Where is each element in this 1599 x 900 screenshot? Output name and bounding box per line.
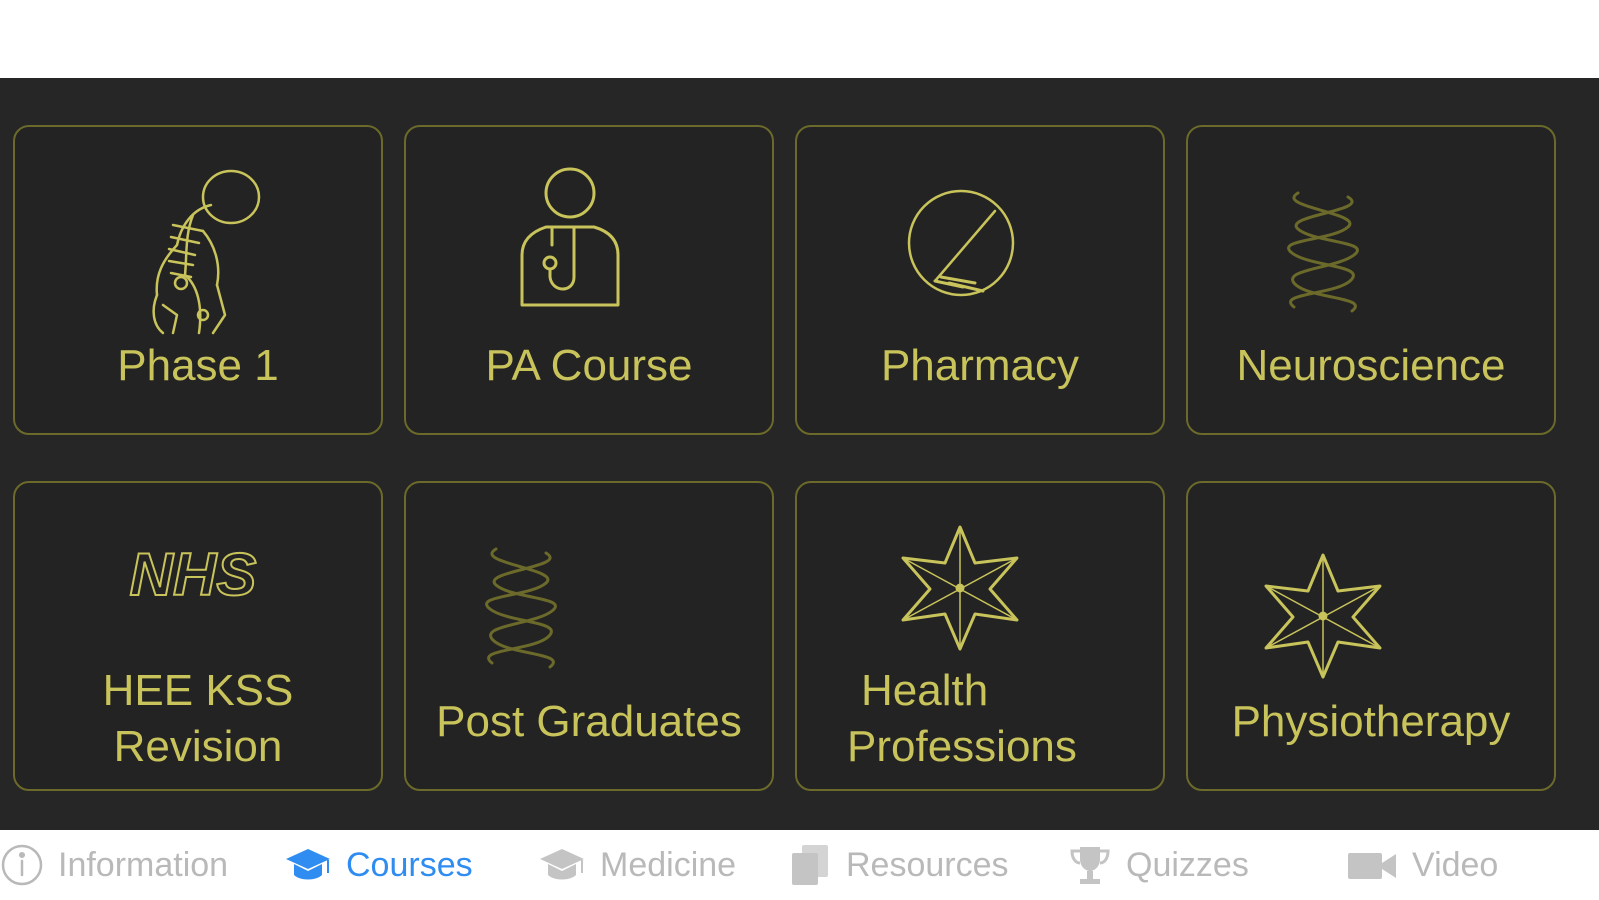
tab-label: Quizzes [1126,845,1249,884]
documents-icon [788,843,832,887]
tile-pa-course[interactable]: PA Course [404,125,774,435]
skeleton-icon [133,165,273,340]
tab-quizzes[interactable]: Quizzes [1068,830,1249,900]
tab-video[interactable]: Video [1346,830,1498,900]
tile-post-graduates[interactable]: Post Graduates [404,481,774,791]
tab-label: Video [1412,845,1499,884]
info-icon [0,843,44,887]
tile-label: Post Graduates [436,697,742,746]
tile-neuroscience[interactable]: Neuroscience [1186,125,1556,435]
tile-pharmacy[interactable]: Pharmacy [795,125,1165,435]
tab-label: Courses [346,845,473,884]
star-of-life-icon [895,523,1025,653]
courses-grid: Phase 1 PA Course Pharmacy Neuroscience … [0,78,1599,830]
tile-label-line-1: Health [861,666,989,715]
tab-medicine[interactable]: Medicine [538,830,736,900]
star-of-life-icon [1258,551,1388,681]
graduation-cap-icon [284,843,332,887]
doctor-stethoscope-icon [512,165,632,315]
nhs-logo-icon: NHS [119,545,267,609]
video-camera-icon [1346,843,1398,887]
tab-label: Resources [846,845,1009,884]
tab-resources[interactable]: Resources [788,830,1009,900]
tab-label: Information [58,845,229,884]
dna-helix-icon [1278,187,1368,317]
tile-label: Pharmacy [880,341,1080,390]
tile-health-professions[interactable]: Health Professions [795,481,1165,791]
tile-hee-kss-revision[interactable]: NHS HEE KSS Revision [13,481,383,791]
graduation-cap-icon [538,843,586,887]
tile-label-line-2: Professions [847,722,1077,771]
tile-physiotherapy[interactable]: Physiotherapy [1186,481,1556,791]
tile-label-line-1: HEE KSS [102,666,294,715]
tile-label: Neuroscience [1236,341,1506,390]
tile-phase-1[interactable]: Phase 1 [13,125,383,435]
tab-label: Medicine [600,845,737,884]
tab-information[interactable]: Information [0,830,228,900]
top-bar [0,0,1599,78]
tab-courses[interactable]: Courses [284,830,473,900]
tile-label: Physiotherapy [1231,697,1511,746]
tile-label: PA Course [485,341,693,390]
dna-helix-icon [476,543,566,673]
nhs-logo-text: NHS [130,545,257,608]
bottom-tab-bar: Information Courses Medicine Resources Q… [0,830,1599,900]
tile-label-line-2: Revision [113,722,283,771]
trophy-icon [1068,843,1112,887]
pill-icon [905,187,1025,307]
tile-label: Phase 1 [117,341,279,390]
